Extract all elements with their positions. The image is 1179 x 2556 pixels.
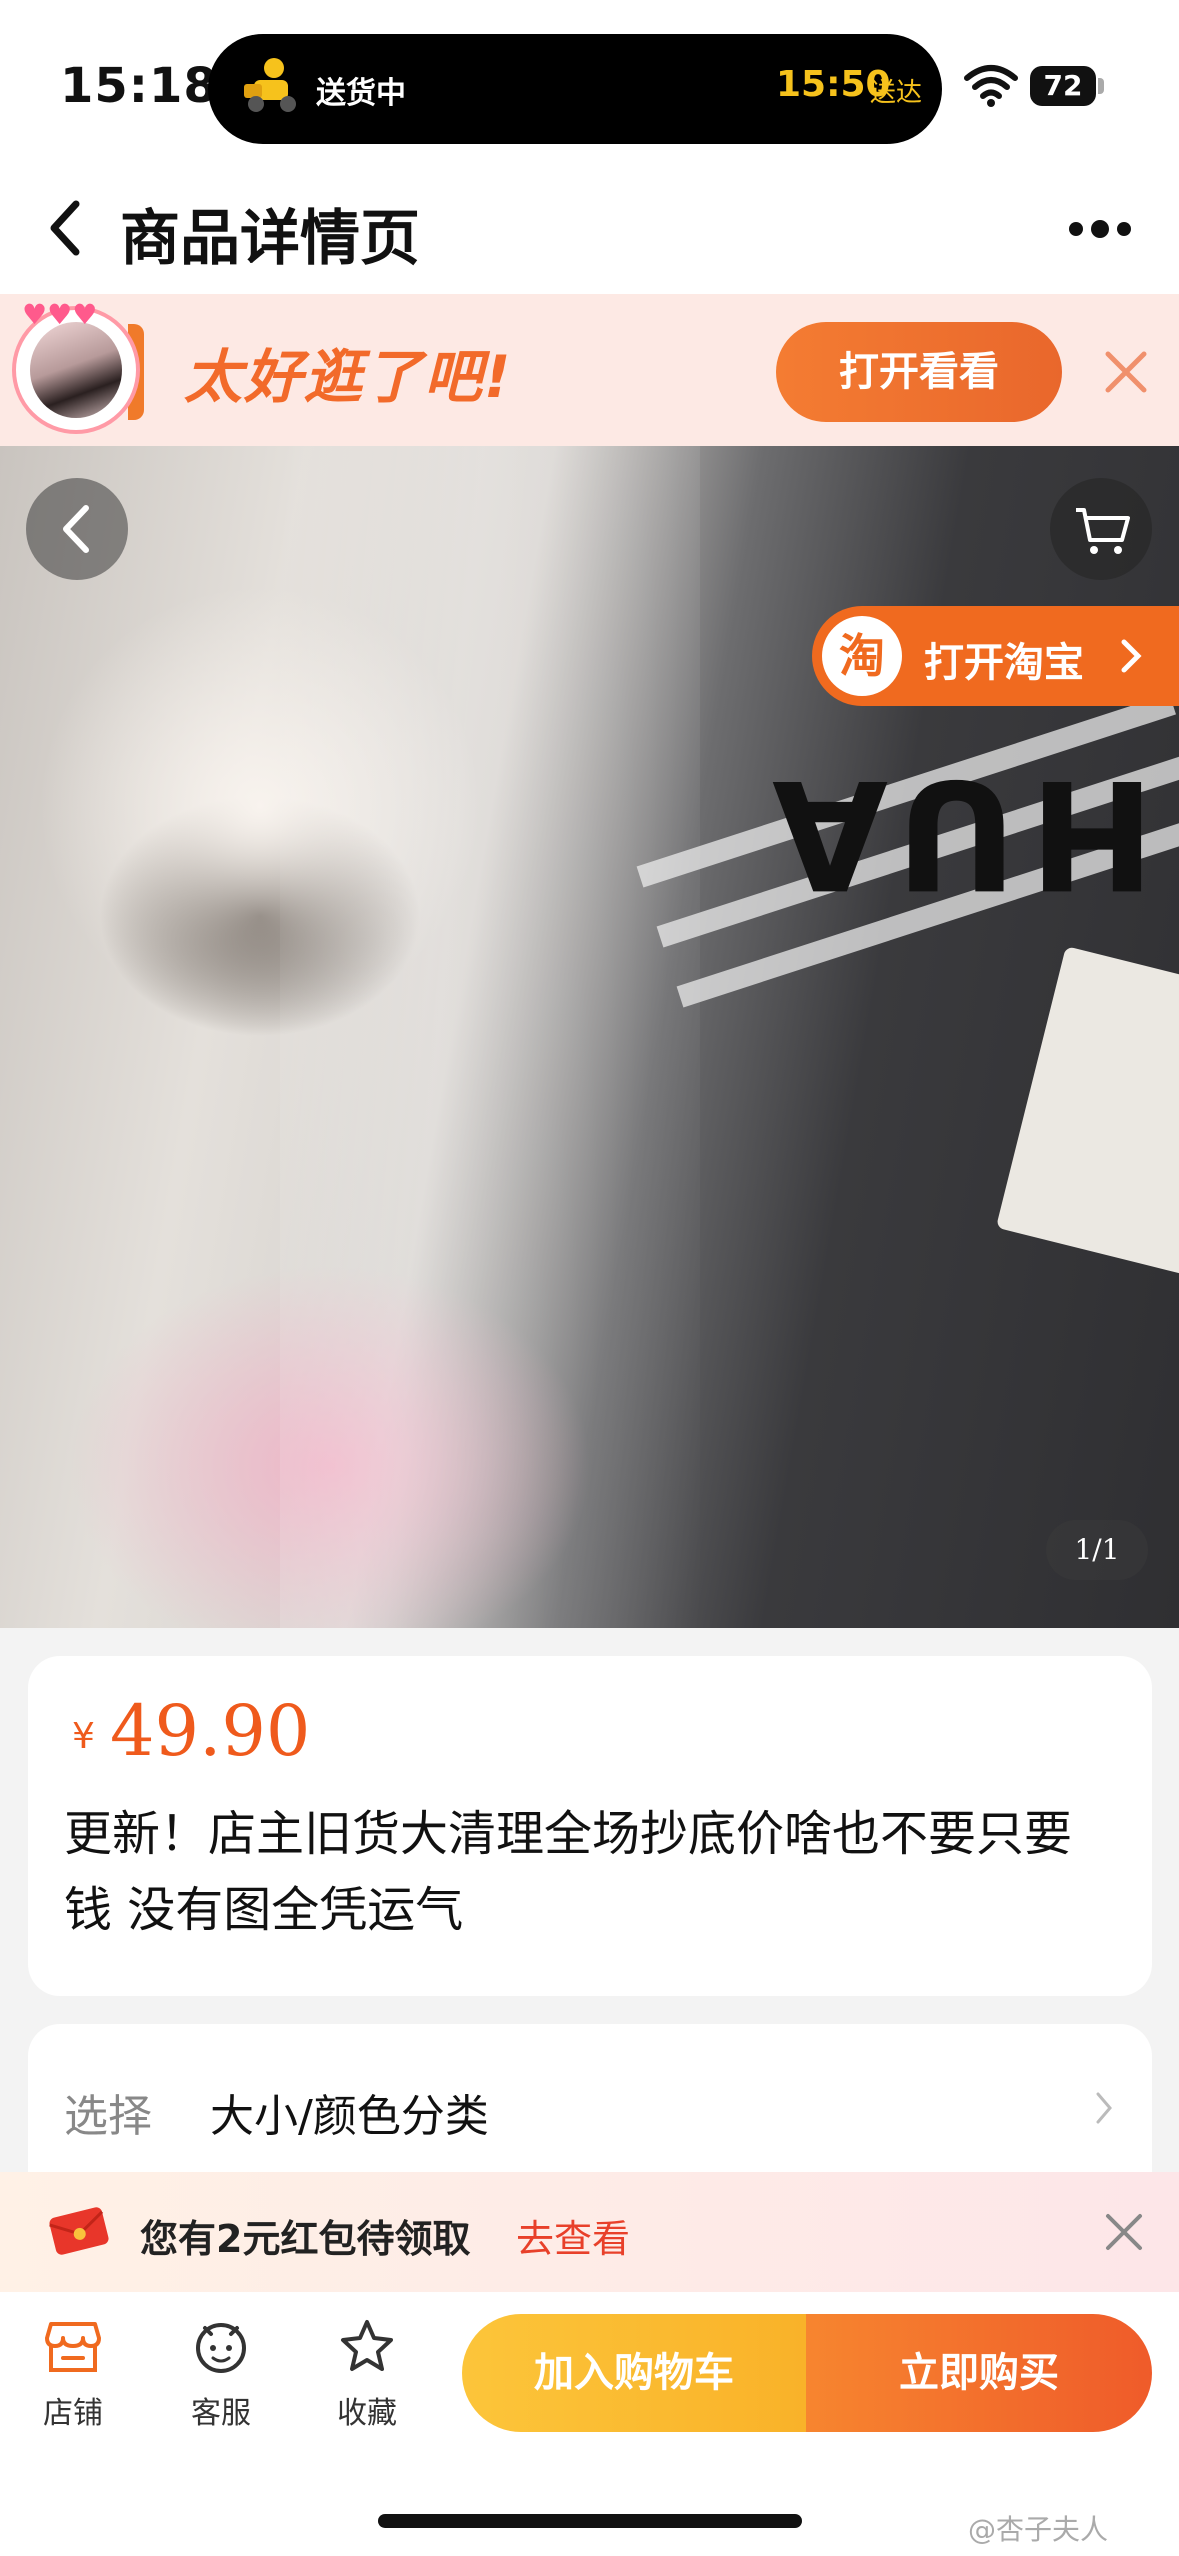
dynamic-island-delivery[interactable]: 送货中 15:50 送达 [208, 34, 942, 144]
plastic-sheen [280, 446, 700, 1628]
back-chevron-icon[interactable] [44, 196, 84, 260]
close-icon[interactable] [1100, 346, 1152, 398]
currency-symbol: ¥ [72, 1716, 95, 1757]
buy-now-button[interactable]: 立即购买 [806, 2314, 1152, 2432]
close-icon[interactable] [1104, 2212, 1144, 2252]
shop-icon [45, 2322, 101, 2372]
sku-label: 选择 [64, 2091, 152, 2142]
tag-card [995, 946, 1179, 1276]
add-to-cart-button[interactable]: 加入购物车 [462, 2314, 806, 2432]
taobao-logo-icon: 淘 [822, 616, 902, 696]
hearts-decoration: ♥♥♥ [22, 298, 98, 331]
coupon-message: 您有2元红包待领取 [140, 2217, 471, 2261]
customer-service-icon [196, 2323, 246, 2373]
more-dots-icon[interactable] [1066, 216, 1134, 242]
back-chevron-icon [63, 505, 89, 553]
tab-customer-service[interactable]: 客服 [166, 2318, 276, 2438]
star-icon [341, 2320, 393, 2371]
gallery-back-button[interactable] [26, 478, 128, 580]
product-price: 49.90 [110, 1690, 311, 1772]
shopping-cart-icon [1076, 508, 1130, 554]
cart-button[interactable] [1050, 478, 1152, 580]
home-indicator[interactable] [378, 2514, 802, 2528]
open-app-button[interactable]: 打开看看 [776, 322, 1062, 422]
battery-indicator: 72 [1030, 66, 1096, 106]
status-time: 15:18 [60, 58, 218, 114]
red-envelope-icon [49, 2207, 109, 2255]
watermark: @杏子夫人 [968, 2513, 1109, 2546]
tab-label: 收藏 [337, 2396, 397, 2431]
open-taobao-button[interactable]: 淘 打开淘宝 [812, 606, 1179, 706]
delivery-eta-suffix: 送达 [870, 78, 923, 108]
open-taobao-label: 打开淘宝 [924, 640, 1084, 686]
garment-print: HUA [760, 746, 1155, 920]
delivery-status-label: 送货中 [316, 76, 406, 111]
tab-label: 店铺 [43, 2396, 103, 2431]
wifi-icon [964, 65, 1018, 107]
chevron-right-icon [1121, 639, 1142, 673]
tab-shop[interactable]: 店铺 [18, 2318, 128, 2438]
sku-value: 大小/颜色分类 [210, 2091, 489, 2142]
chevron-right-icon [1096, 2092, 1112, 2124]
image-page-indicator: 1/1 [1046, 1520, 1148, 1580]
tab-favorite[interactable]: 收藏 [312, 2318, 422, 2438]
battery-cap [1098, 78, 1104, 94]
coupon-view-link[interactable]: 去查看 [516, 2208, 630, 2263]
delivery-scooter-icon [244, 58, 296, 112]
tab-label: 客服 [191, 2396, 251, 2431]
avatar [30, 322, 122, 418]
product-title: 更新！店主旧货大清理全场抄底价啥也不要只要钱 没有图全凭运气 [64, 1806, 1073, 1938]
promo-slogan: 太好逛了吧! [184, 343, 513, 411]
page-title: 商品详情页 [120, 204, 420, 274]
